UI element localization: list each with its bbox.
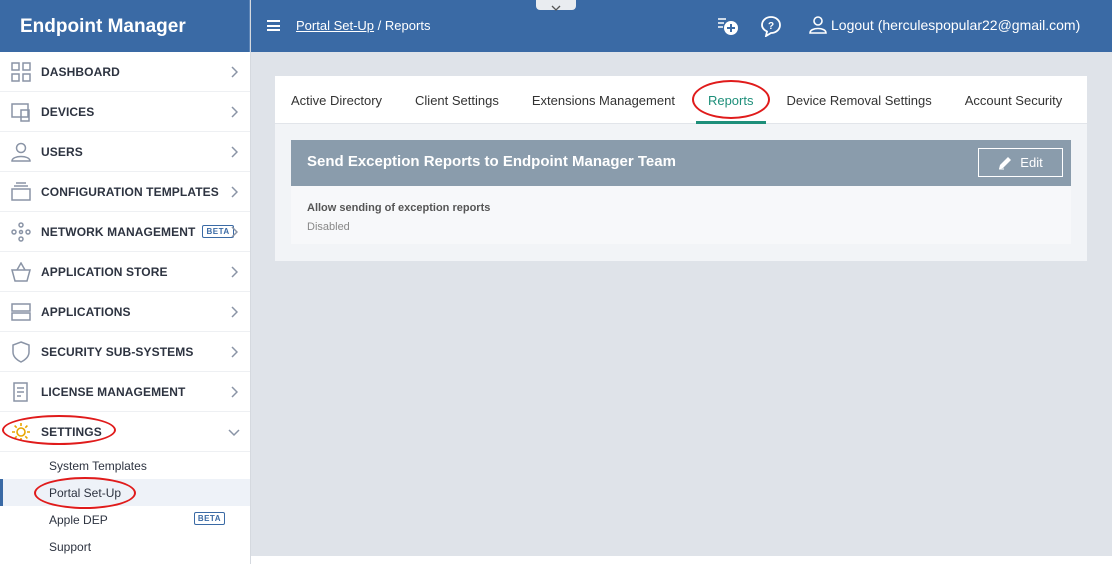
field-label: Allow sending of exception reports — [307, 202, 491, 214]
chevron-right-icon — [231, 146, 238, 158]
sidebar-item-license-management[interactable]: LICENSE MANAGEMENT — [0, 372, 250, 412]
chevron-right-icon — [231, 226, 238, 238]
submenu-item-label: Portal Set-Up — [49, 485, 122, 500]
chevron-right-icon — [231, 66, 238, 78]
applications-icon — [10, 301, 32, 323]
sidebar-item-label: NETWORK MANAGEMENT — [41, 224, 196, 239]
add-task-icon[interactable] — [717, 15, 739, 37]
torn-edge — [251, 556, 1112, 564]
sidebar-item-users[interactable]: USERS — [0, 132, 250, 172]
card-body: Allow sending of exception reports Disab… — [291, 186, 1071, 244]
breadcrumb-current: Reports — [384, 18, 431, 33]
edit-button[interactable]: Edit — [978, 148, 1063, 177]
templates-icon — [10, 181, 32, 203]
dashboard-icon — [10, 61, 32, 83]
shield-icon — [10, 340, 32, 363]
beta-badge: BETA — [202, 225, 234, 238]
tab-device-removal-settings[interactable]: Device Removal Settings — [770, 75, 948, 123]
menu-toggle-icon[interactable] — [267, 20, 280, 31]
sidebar-item-label: LICENSE MANAGEMENT — [41, 384, 186, 399]
collapse-header-handle[interactable] — [536, 0, 576, 11]
chevron-down-icon — [228, 429, 240, 437]
submenu-item-support[interactable]: Support — [0, 533, 250, 560]
help-icon[interactable]: ? — [760, 15, 782, 37]
sidebar-item-security-sub-systems[interactable]: SECURITY SUB-SYSTEMS — [0, 332, 250, 372]
sidebar-item-label: APPLICATION STORE — [41, 264, 168, 279]
tab-extensions-management[interactable]: Extensions Management — [516, 75, 692, 123]
network-icon — [10, 221, 32, 243]
logout-link[interactable]: Logout (herculespopular22@gmail.com) — [809, 16, 1080, 34]
chevron-right-icon — [231, 346, 238, 358]
submenu-item-apple-dep[interactable]: Apple DEP BETA — [0, 506, 250, 533]
sidebar-item-application-store[interactable]: APPLICATION STORE — [0, 252, 250, 292]
tab-client-settings[interactable]: Client Settings — [399, 75, 516, 123]
chevron-right-icon — [231, 266, 238, 278]
sidebar-item-label: SETTINGS — [41, 424, 102, 439]
user-icon — [809, 16, 827, 34]
sidebar-item-settings[interactable]: SETTINGS — [0, 412, 250, 452]
tab-account-security[interactable]: Account Security — [949, 75, 1080, 123]
chevron-right-icon — [231, 306, 238, 318]
sidebar-item-applications[interactable]: APPLICATIONS — [0, 292, 250, 332]
sidebar-item-label: DEVICES — [41, 104, 95, 119]
settings-submenu: System Templates Portal Set-Up Apple DEP… — [0, 452, 250, 560]
chevron-right-icon — [231, 186, 238, 198]
submenu-item-system-templates[interactable]: System Templates — [0, 452, 250, 479]
sidebar-item-dashboard[interactable]: DASHBOARD — [0, 52, 250, 92]
sidebar: Endpoint Manager DASHBOARD DEVICES USERS — [0, 0, 251, 564]
sidebar-item-configuration-templates[interactable]: CONFIGURATION TEMPLATES — [0, 172, 250, 212]
card-header: Send Exception Reports to Endpoint Manag… — [291, 140, 1071, 186]
license-icon — [10, 381, 32, 403]
chevron-down-icon — [551, 5, 561, 11]
beta-badge: BETA — [193, 512, 225, 525]
app-title: Endpoint Manager — [0, 0, 250, 52]
sidebar-item-label: CONFIGURATION TEMPLATES — [41, 184, 219, 199]
gear-icon — [10, 421, 32, 443]
logout-label: Logout (herculespopular22@gmail.com) — [831, 17, 1081, 33]
submenu-item-label: System Templates — [49, 458, 147, 473]
card-title: Send Exception Reports to Endpoint Manag… — [307, 153, 676, 170]
devices-icon — [10, 101, 32, 123]
user-icon — [10, 141, 32, 163]
top-header: Portal Set-Up / Reports ? Logout (hercul… — [251, 0, 1112, 52]
tab-bar: Active Directory Client Settings Extensi… — [275, 76, 1087, 124]
submenu-item-label: Apple DEP — [49, 512, 108, 527]
svg-text:?: ? — [768, 21, 774, 32]
breadcrumb-separator: / — [377, 18, 382, 33]
sidebar-item-network-management[interactable]: NETWORK MANAGEMENT BETA — [0, 212, 250, 252]
tab-active-directory[interactable]: Active Directory — [275, 75, 399, 123]
sidebar-item-label: DASHBOARD — [41, 64, 120, 79]
submenu-item-label: Support — [49, 539, 92, 554]
field-value: Disabled — [307, 221, 350, 233]
basket-icon — [10, 261, 32, 283]
pencil-icon — [999, 156, 1012, 169]
submenu-item-portal-setup[interactable]: Portal Set-Up — [0, 479, 250, 506]
sidebar-nav: DASHBOARD DEVICES USERS CONFIGURATION TE… — [0, 52, 250, 452]
edit-button-label: Edit — [1020, 155, 1043, 170]
settings-panel: Active Directory Client Settings Extensi… — [275, 76, 1087, 261]
chevron-right-icon — [231, 386, 238, 398]
tab-reports[interactable]: Reports — [692, 75, 771, 124]
sidebar-item-label: SECURITY SUB-SYSTEMS — [41, 344, 194, 359]
chevron-right-icon — [231, 106, 238, 118]
breadcrumb-link-portal-setup[interactable]: Portal Set-Up — [296, 18, 374, 33]
breadcrumb: Portal Set-Up / Reports — [296, 18, 430, 33]
sidebar-item-label: APPLICATIONS — [41, 304, 131, 319]
sidebar-item-label: USERS — [41, 144, 83, 159]
sidebar-item-devices[interactable]: DEVICES — [0, 92, 250, 132]
